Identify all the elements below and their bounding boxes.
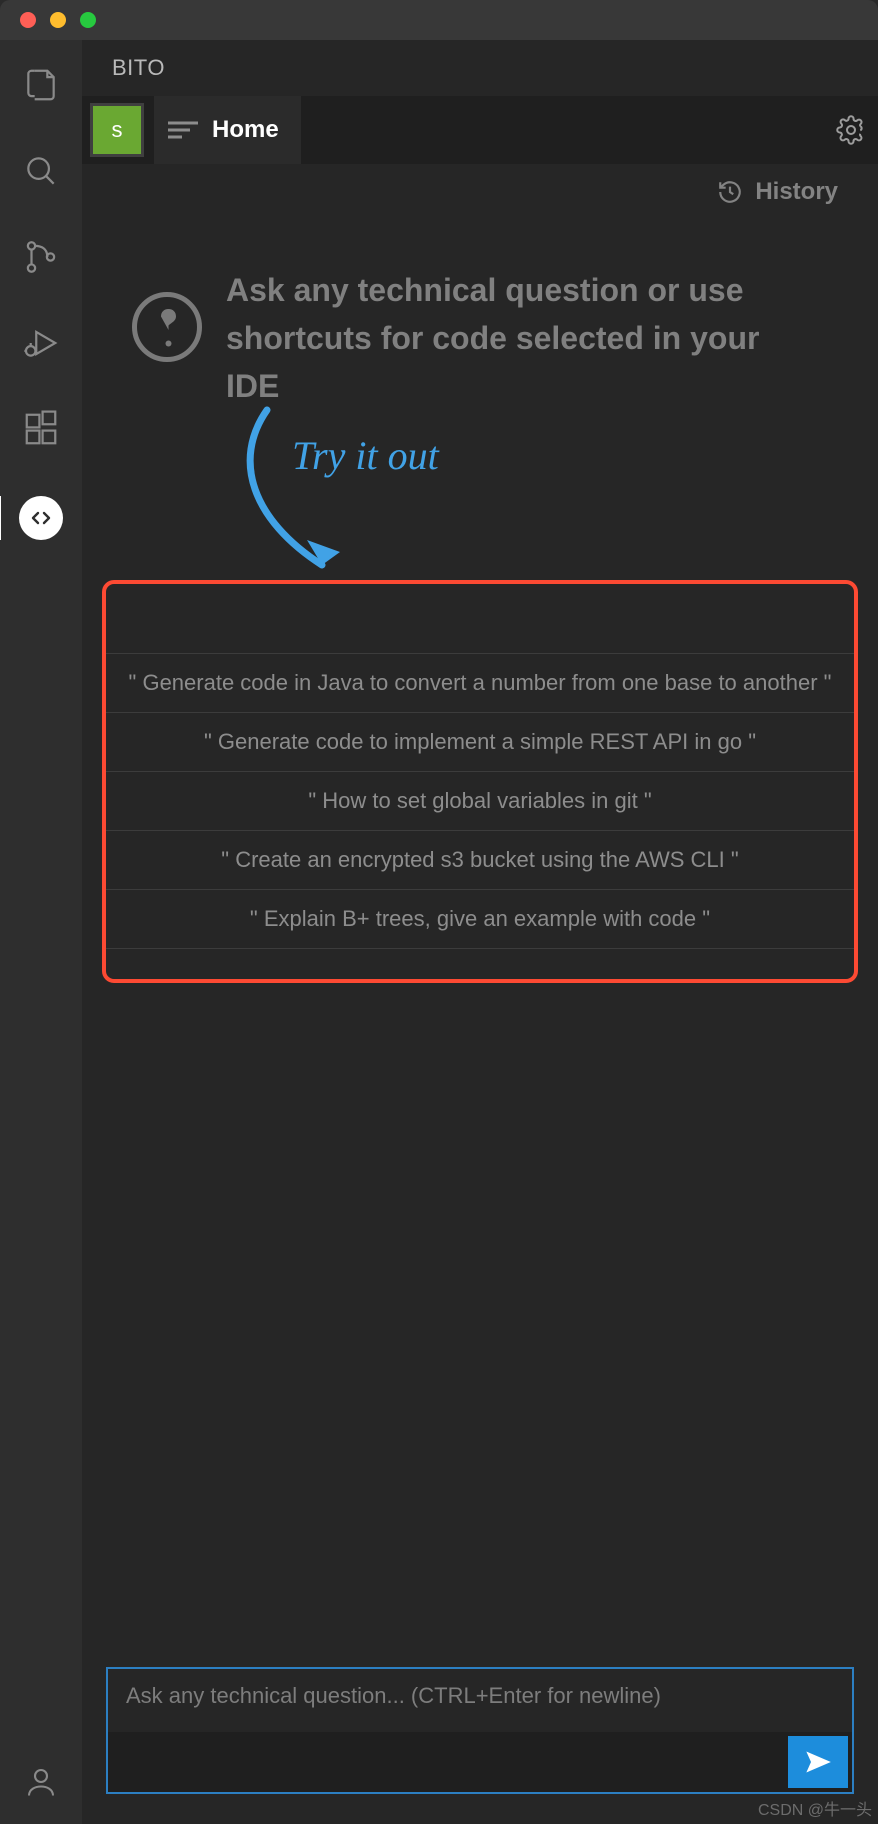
- explorer-icon[interactable]: [22, 66, 60, 104]
- suggestions-box: " Generate code in Java to convert a num…: [102, 580, 858, 983]
- run-debug-icon[interactable]: [22, 324, 60, 362]
- send-button[interactable]: [788, 1736, 848, 1788]
- try-it-out-annotation: Try it out: [82, 410, 878, 580]
- extensions-icon[interactable]: [22, 410, 60, 448]
- avatar-letter: s: [112, 117, 123, 143]
- minimize-window-icon[interactable]: [50, 12, 66, 28]
- bito-extension-icon[interactable]: [19, 496, 63, 540]
- tab-home[interactable]: Home: [154, 96, 301, 164]
- close-window-icon[interactable]: [20, 12, 36, 28]
- settings-icon[interactable]: [836, 115, 866, 145]
- accounts-icon[interactable]: [23, 1764, 59, 1800]
- suggestion-item[interactable]: " Explain B+ trees, give an example with…: [106, 889, 854, 949]
- suggestion-item[interactable]: " Create an encrypted s3 bucket using th…: [106, 830, 854, 890]
- menu-lines-icon: [168, 120, 198, 140]
- hero: Ask any technical question or use shortc…: [82, 206, 878, 410]
- panel-toolbar: s Home: [82, 96, 878, 164]
- search-icon[interactable]: [22, 152, 60, 190]
- suggestion-item[interactable]: " Generate code to implement a simple RE…: [106, 712, 854, 772]
- watermark: CSDN @牛一头: [758, 1796, 872, 1820]
- chat-input[interactable]: [126, 1683, 834, 1713]
- send-icon: [804, 1748, 832, 1776]
- window-titlebar: [0, 0, 878, 40]
- try-it-out-label: Try it out: [292, 432, 439, 479]
- question-mark-icon: [132, 292, 202, 362]
- history-icon: [717, 179, 743, 205]
- arrow-annotation-icon: [212, 400, 362, 600]
- activity-bar: [0, 40, 82, 1824]
- suggestion-item[interactable]: " How to set global variables in git ": [106, 771, 854, 831]
- suggestion-item[interactable]: " Generate code in Java to convert a num…: [106, 653, 854, 713]
- history-link[interactable]: History: [755, 178, 838, 206]
- panel-title: BITO: [82, 40, 878, 96]
- user-avatar[interactable]: s: [90, 103, 144, 157]
- tab-home-label: Home: [212, 116, 279, 144]
- chat-input-container: [106, 1667, 854, 1794]
- bito-panel: BITO s Home History Ask any technical qu…: [82, 40, 878, 1824]
- zoom-window-icon[interactable]: [80, 12, 96, 28]
- source-control-icon[interactable]: [22, 238, 60, 276]
- hero-text: Ask any technical question or use shortc…: [226, 266, 818, 410]
